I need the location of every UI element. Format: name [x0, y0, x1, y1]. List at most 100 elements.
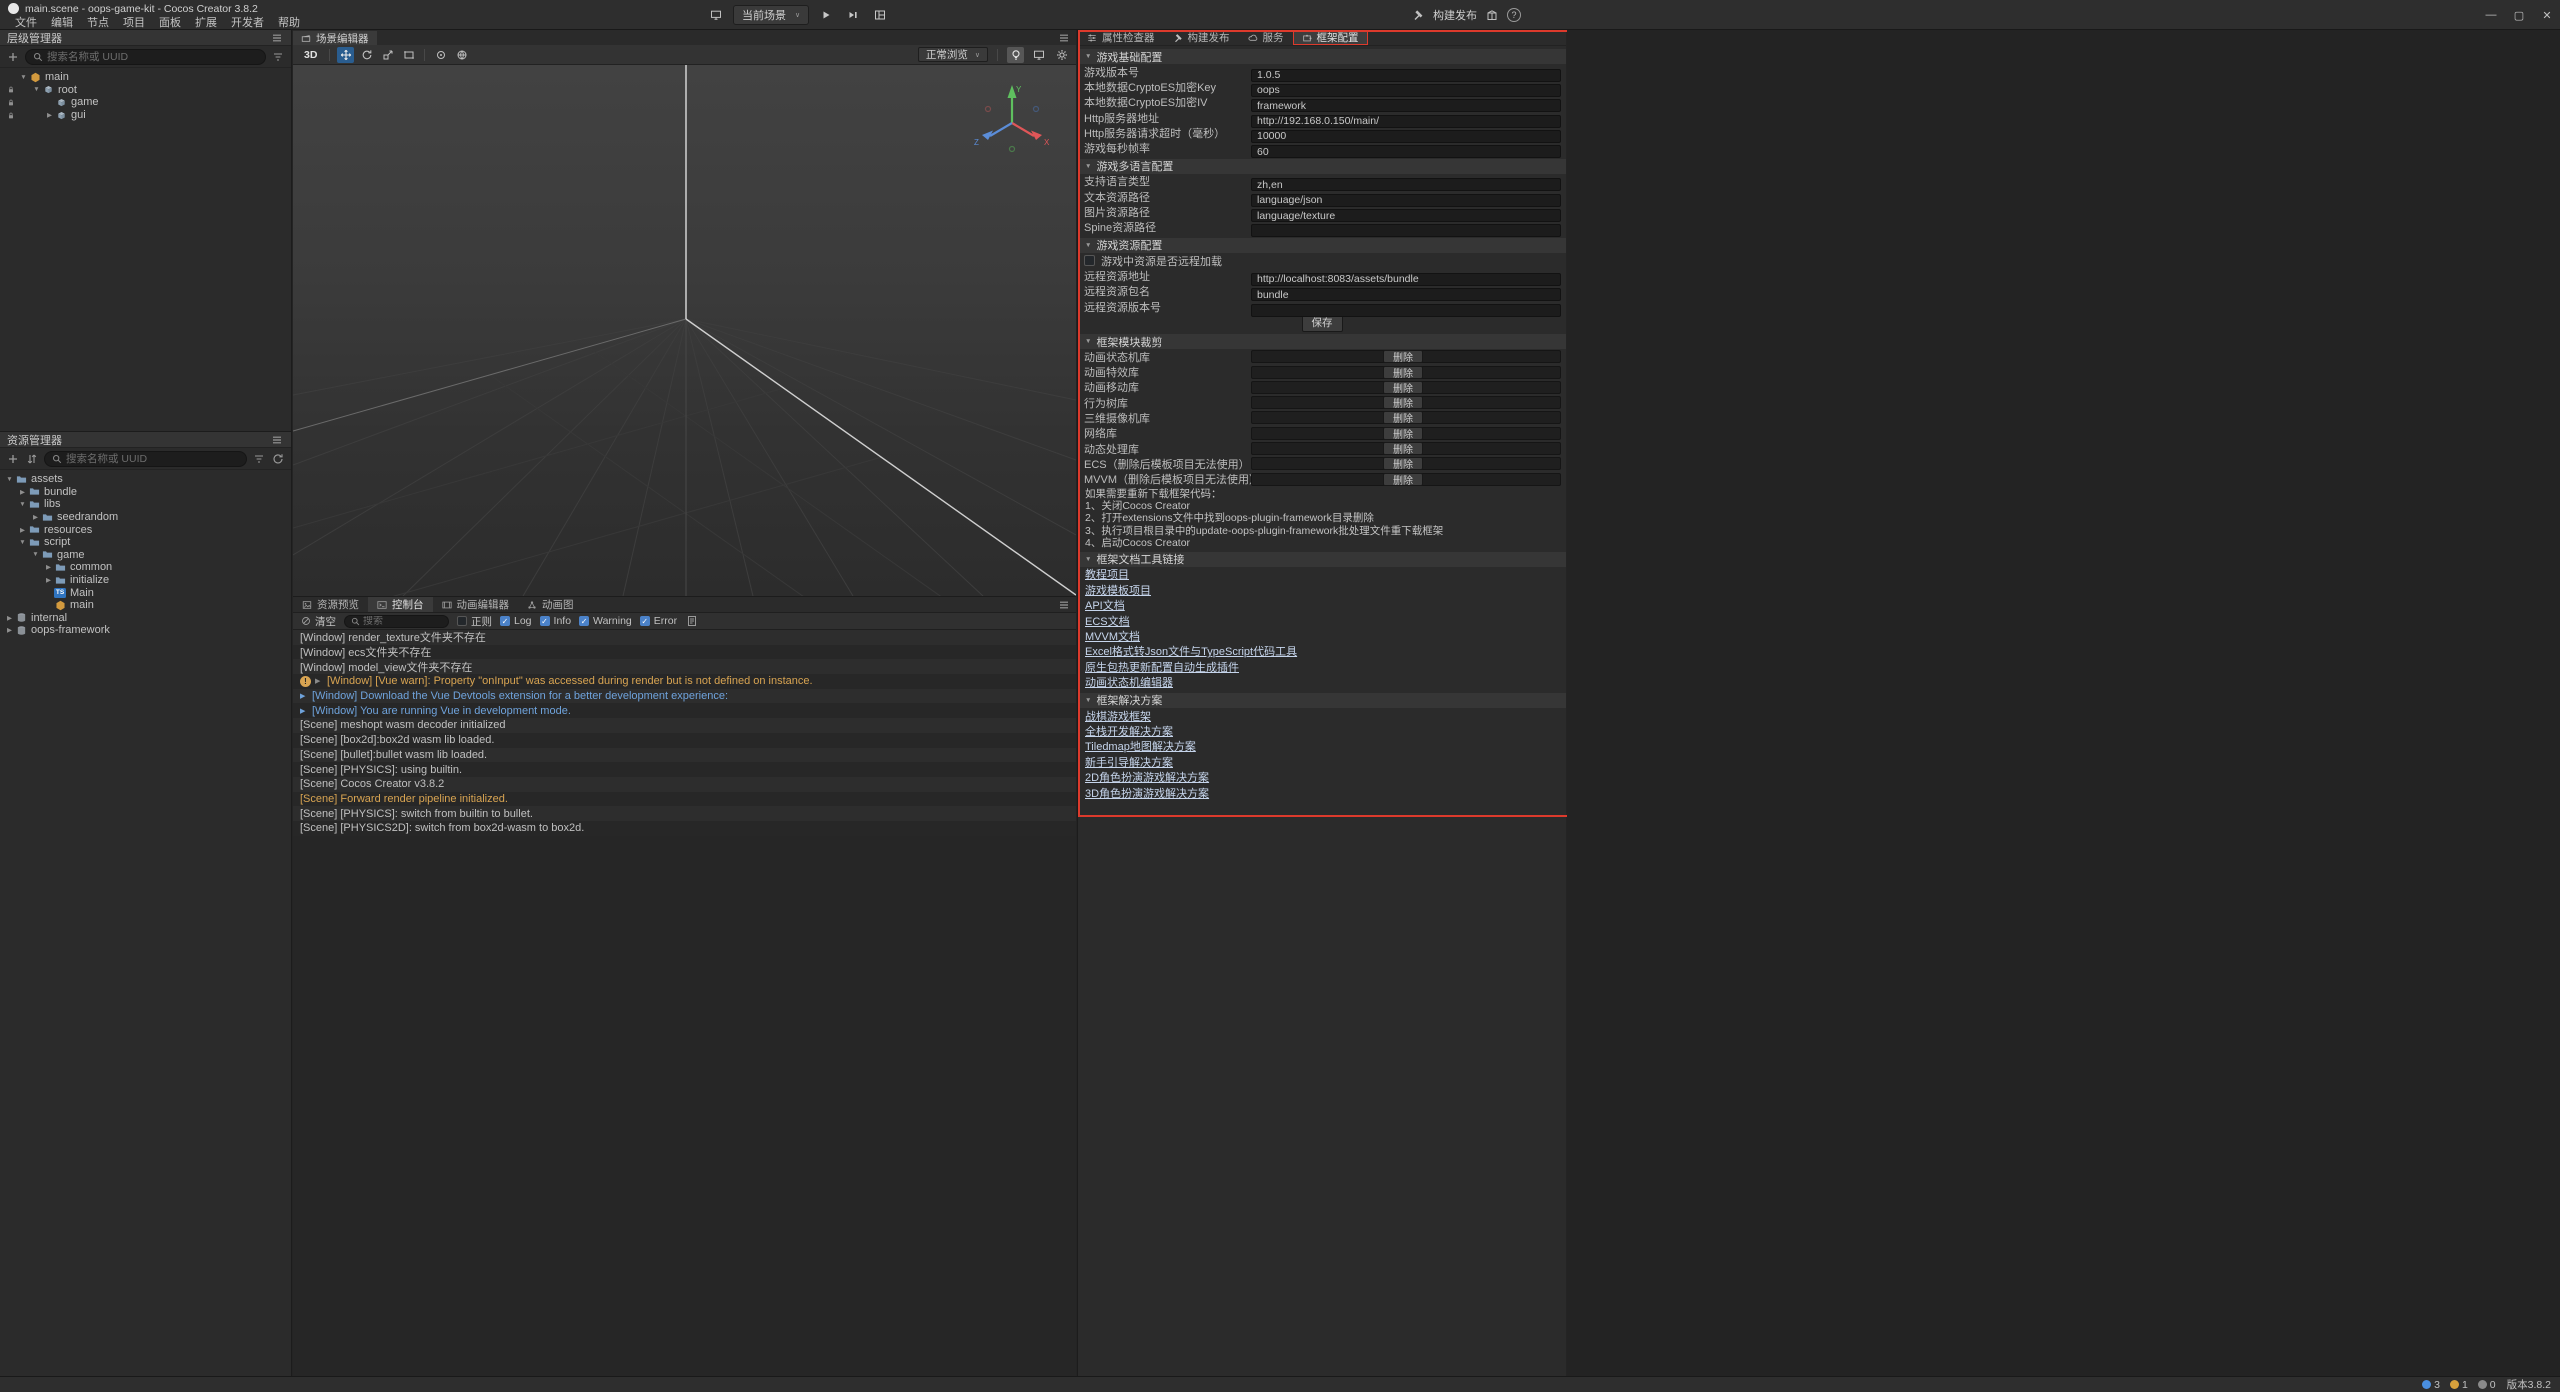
doc-link-战棋游戏框架[interactable]: 战棋游戏框架 — [1085, 708, 1151, 724]
tree-row-Main[interactable]: TSMain — [0, 586, 291, 599]
menu-item-帮助[interactable]: 帮助 — [271, 16, 307, 30]
menu-item-文件[interactable]: 文件 — [8, 16, 44, 30]
menu-item-编辑[interactable]: 编辑 — [44, 16, 80, 30]
tab-构建发布[interactable]: 构建发布 — [1164, 30, 1239, 45]
panel-menu-icon[interactable] — [270, 433, 284, 447]
scene-viewport[interactable]: Y X Z — [293, 65, 1076, 596]
mode-3d-button[interactable]: 3D — [299, 49, 322, 61]
package-icon[interactable] — [1486, 9, 1498, 21]
section-header-框架解决方案[interactable]: ▼框架解决方案 — [1078, 693, 1566, 708]
arrow-down-icon[interactable]: ▼ — [31, 86, 42, 93]
delete-button[interactable]: 删除 — [1383, 381, 1423, 394]
arrow-right-icon[interactable]: ▶ — [17, 526, 28, 534]
tab-动画编辑器[interactable]: 动画编辑器 — [433, 597, 519, 612]
tree-row-libs[interactable]: ▼libs — [0, 498, 291, 511]
panel-menu-icon[interactable] — [1057, 598, 1071, 612]
doc-link-游戏模板项目[interactable]: 游戏模板项目 — [1085, 582, 1151, 598]
add-asset-button[interactable] — [6, 452, 20, 466]
tab-框架配置[interactable]: 框架配置 — [1293, 30, 1368, 45]
tree-row-main[interactable]: main — [0, 599, 291, 612]
maximize-button[interactable]: ▢ — [2512, 9, 2526, 22]
delete-button[interactable]: 删除 — [1383, 442, 1423, 455]
doc-link-2D角色扮演游戏解决方案[interactable]: 2D角色扮演游戏解决方案 — [1085, 769, 1209, 785]
play-button[interactable] — [816, 5, 836, 25]
log-entry[interactable]: ▶[Window] Download the Vue Devtools exte… — [293, 689, 1076, 704]
delete-button[interactable]: 删除 — [1383, 366, 1423, 379]
section-header-框架文档工具链接[interactable]: ▼框架文档工具链接 — [1078, 552, 1566, 567]
panel-menu-icon[interactable] — [270, 31, 284, 45]
close-button[interactable]: ✕ — [2540, 9, 2554, 22]
doc-link-Excel格式转Json文件与TypeScript代码工具[interactable]: Excel格式转Json文件与TypeScript代码工具 — [1085, 643, 1297, 659]
hierarchy-search[interactable] — [25, 49, 266, 65]
menu-item-节点[interactable]: 节点 — [80, 16, 116, 30]
regex-checkbox[interactable] — [457, 616, 467, 626]
log-entry[interactable]: [Scene] [bullet]:bullet wasm lib loaded. — [293, 748, 1076, 763]
tree-row-root[interactable]: ▼root — [0, 84, 291, 97]
menu-item-面板[interactable]: 面板 — [152, 16, 188, 30]
log-entry[interactable]: [Scene] [box2d]:box2d wasm lib loaded. — [293, 733, 1076, 748]
section-header-游戏资源配置[interactable]: ▼游戏资源配置 — [1078, 238, 1566, 253]
arrow-down-icon[interactable]: ▼ — [30, 551, 41, 558]
expand-icon[interactable]: ▶ — [300, 707, 308, 715]
tree-row-assets[interactable]: ▼assets — [0, 473, 291, 486]
console-search-input[interactable] — [363, 616, 433, 627]
doc-link-API文档[interactable]: API文档 — [1085, 597, 1125, 613]
tree-row-seedrandom[interactable]: ▶seedrandom — [0, 511, 291, 524]
menu-item-开发者[interactable]: 开发者 — [224, 16, 271, 30]
log-entry[interactable]: [Scene] Cocos Creator v3.8.2 — [293, 777, 1076, 792]
move-tool-button[interactable] — [337, 47, 354, 63]
arrow-down-icon[interactable]: ▼ — [17, 539, 28, 546]
tree-row-oops-framework[interactable]: ▶oops-framework — [0, 624, 291, 637]
checkbox-Log[interactable]: ✓ — [500, 616, 510, 626]
section-header-游戏多语言配置[interactable]: ▼游戏多语言配置 — [1078, 159, 1566, 174]
minimize-button[interactable]: — — [2484, 9, 2498, 21]
doc-link-动画状态机编辑器[interactable]: 动画状态机编辑器 — [1085, 674, 1173, 690]
arrow-right-icon[interactable]: ▶ — [43, 563, 54, 571]
log-entry[interactable]: [Scene] [PHYSICS2D]: switch from box2d-w… — [293, 821, 1076, 836]
arrow-right-icon[interactable]: ▶ — [30, 513, 41, 521]
scene-select-dropdown[interactable]: 当前场景 ∨ — [733, 5, 809, 25]
rotate-tool-button[interactable] — [358, 47, 375, 63]
filter-Log[interactable]: ✓Log — [500, 615, 532, 627]
camera-preview-button[interactable] — [1030, 47, 1047, 63]
assets-search-input[interactable] — [66, 453, 239, 465]
lock-icon[interactable] — [4, 97, 18, 107]
checkbox-Warning[interactable]: ✓ — [579, 616, 589, 626]
lock-icon[interactable] — [4, 110, 18, 120]
tree-row-game[interactable]: game — [0, 96, 291, 109]
delete-button[interactable]: 删除 — [1383, 473, 1423, 486]
delete-button[interactable]: 删除 — [1383, 427, 1423, 440]
tab-scene-editor[interactable]: 场景编辑器 — [293, 31, 377, 45]
filter-Info[interactable]: ✓Info — [540, 615, 572, 627]
regex-toggle[interactable]: 正则 — [457, 614, 492, 629]
arrow-down-icon[interactable]: ▼ — [4, 476, 15, 483]
sort-assets-icon[interactable] — [25, 452, 39, 466]
help-icon[interactable]: ? — [1507, 8, 1521, 22]
rect-tool-button[interactable] — [400, 47, 417, 63]
doc-link-3D角色扮演游戏解决方案[interactable]: 3D角色扮演游戏解决方案 — [1085, 785, 1209, 801]
refresh-assets-button[interactable] — [271, 452, 285, 466]
delete-button[interactable]: 删除 — [1383, 350, 1423, 363]
tree-row-internal[interactable]: ▶internal — [0, 612, 291, 625]
property-input-Spine资源路径[interactable] — [1251, 224, 1561, 237]
log-entry[interactable]: [Scene] [PHYSICS]: using builtin. — [293, 762, 1076, 777]
checkbox-Info[interactable]: ✓ — [540, 616, 550, 626]
arrow-right-icon[interactable]: ▶ — [43, 576, 54, 584]
arrow-right-icon[interactable]: ▶ — [17, 488, 28, 496]
tab-服务[interactable]: 服务 — [1239, 30, 1293, 45]
lock-icon[interactable] — [4, 85, 18, 95]
hierarchy-search-input[interactable] — [47, 51, 258, 63]
filter-Warning[interactable]: ✓Warning — [579, 615, 632, 627]
log-entry[interactable]: [Scene] [PHYSICS]: switch from builtin t… — [293, 806, 1076, 821]
scale-tool-button[interactable] — [379, 47, 396, 63]
add-node-button[interactable] — [6, 50, 20, 64]
tree-row-game[interactable]: ▼game — [0, 549, 291, 562]
delete-button[interactable]: 删除 — [1383, 411, 1423, 424]
section-header-游戏基础配置[interactable]: ▼游戏基础配置 — [1078, 49, 1566, 64]
doc-link-教程项目[interactable]: 教程项目 — [1085, 566, 1129, 582]
scene-settings-button[interactable] — [1053, 47, 1070, 63]
doc-link-新手引导解决方案[interactable]: 新手引导解决方案 — [1085, 754, 1173, 770]
delete-button[interactable]: 删除 — [1383, 457, 1423, 470]
tree-row-gui[interactable]: ▶gui — [0, 109, 291, 122]
axis-gizmo-icon[interactable]: Y X Z — [972, 79, 1052, 159]
